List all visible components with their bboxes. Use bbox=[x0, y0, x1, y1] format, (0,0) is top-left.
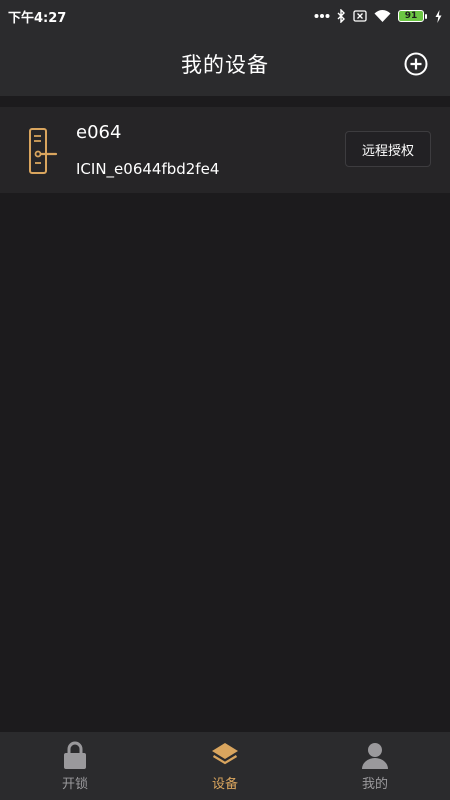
bottom-nav: 开锁 设备 我的 bbox=[0, 732, 450, 800]
page-title: 我的设备 bbox=[181, 53, 269, 77]
plus-circle-icon bbox=[404, 52, 428, 76]
wifi-icon bbox=[374, 9, 391, 23]
padlock-icon bbox=[59, 740, 91, 770]
status-bar: 下午4:27 91 bbox=[0, 0, 450, 32]
status-icons: 91 bbox=[314, 9, 442, 23]
nav-label-devices: 设备 bbox=[211, 777, 238, 792]
bluetooth-icon bbox=[337, 9, 346, 23]
battery-icon: 91 bbox=[398, 10, 427, 22]
remote-authorize-button[interactable]: 远程授权 bbox=[345, 131, 431, 167]
device-card[interactable]: e064 ICIN_e0644fbd2fe4 远程授权 bbox=[0, 107, 450, 193]
charging-icon bbox=[435, 9, 442, 23]
layers-icon bbox=[209, 740, 241, 770]
header: 我的设备 bbox=[0, 32, 450, 96]
sim-x-icon bbox=[353, 10, 367, 22]
nav-item-unlock[interactable]: 开锁 bbox=[0, 732, 150, 800]
nav-label-mine: 我的 bbox=[361, 777, 388, 792]
nav-item-mine[interactable]: 我的 bbox=[300, 732, 450, 800]
door-lock-icon bbox=[29, 128, 58, 174]
nav-label-unlock: 开锁 bbox=[61, 777, 88, 792]
device-name: e064 bbox=[76, 122, 122, 143]
nav-item-devices[interactable]: 设备 bbox=[150, 732, 300, 800]
more-dots-icon bbox=[314, 13, 330, 19]
user-icon bbox=[359, 740, 391, 770]
status-time: 下午4:27 bbox=[8, 10, 67, 26]
add-device-button[interactable] bbox=[404, 52, 428, 76]
device-id: ICIN_e0644fbd2fe4 bbox=[76, 160, 220, 178]
